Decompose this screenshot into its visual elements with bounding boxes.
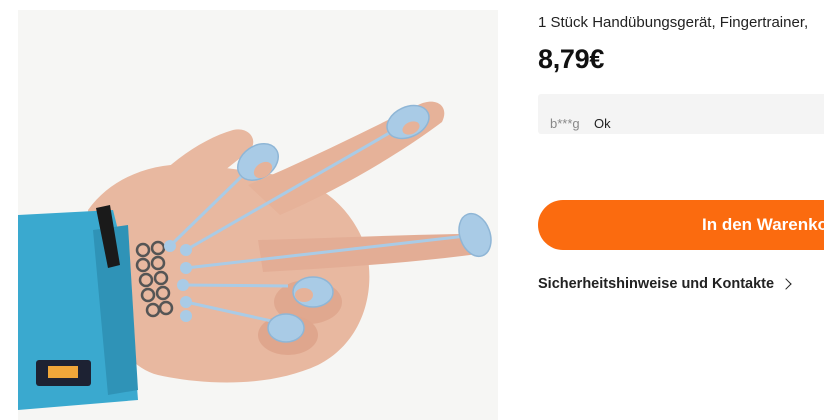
review-text: Ok bbox=[594, 116, 611, 131]
hand-trainer-illustration bbox=[18, 10, 498, 420]
add-to-cart-button[interactable]: In den Warenkorb bbox=[538, 200, 824, 250]
product-image[interactable] bbox=[18, 10, 498, 420]
safety-info-label: Sicherheitshinweise und Kontakte bbox=[538, 276, 775, 292]
product-title: 1 Stück Handübungsgerät, Fingertrainer, bbox=[538, 14, 809, 31]
review-user: b***g bbox=[550, 116, 580, 131]
safety-info-link[interactable]: Sicherheitshinweise und Kontakte bbox=[538, 276, 792, 292]
review-snippet[interactable]: b***g Ok bbox=[538, 94, 824, 134]
chevron-right-icon bbox=[780, 278, 792, 290]
product-info-panel: 1 Stück Handübungsgerät, Fingertrainer, … bbox=[538, 0, 824, 420]
product-price: 8,79€ bbox=[538, 44, 605, 74]
